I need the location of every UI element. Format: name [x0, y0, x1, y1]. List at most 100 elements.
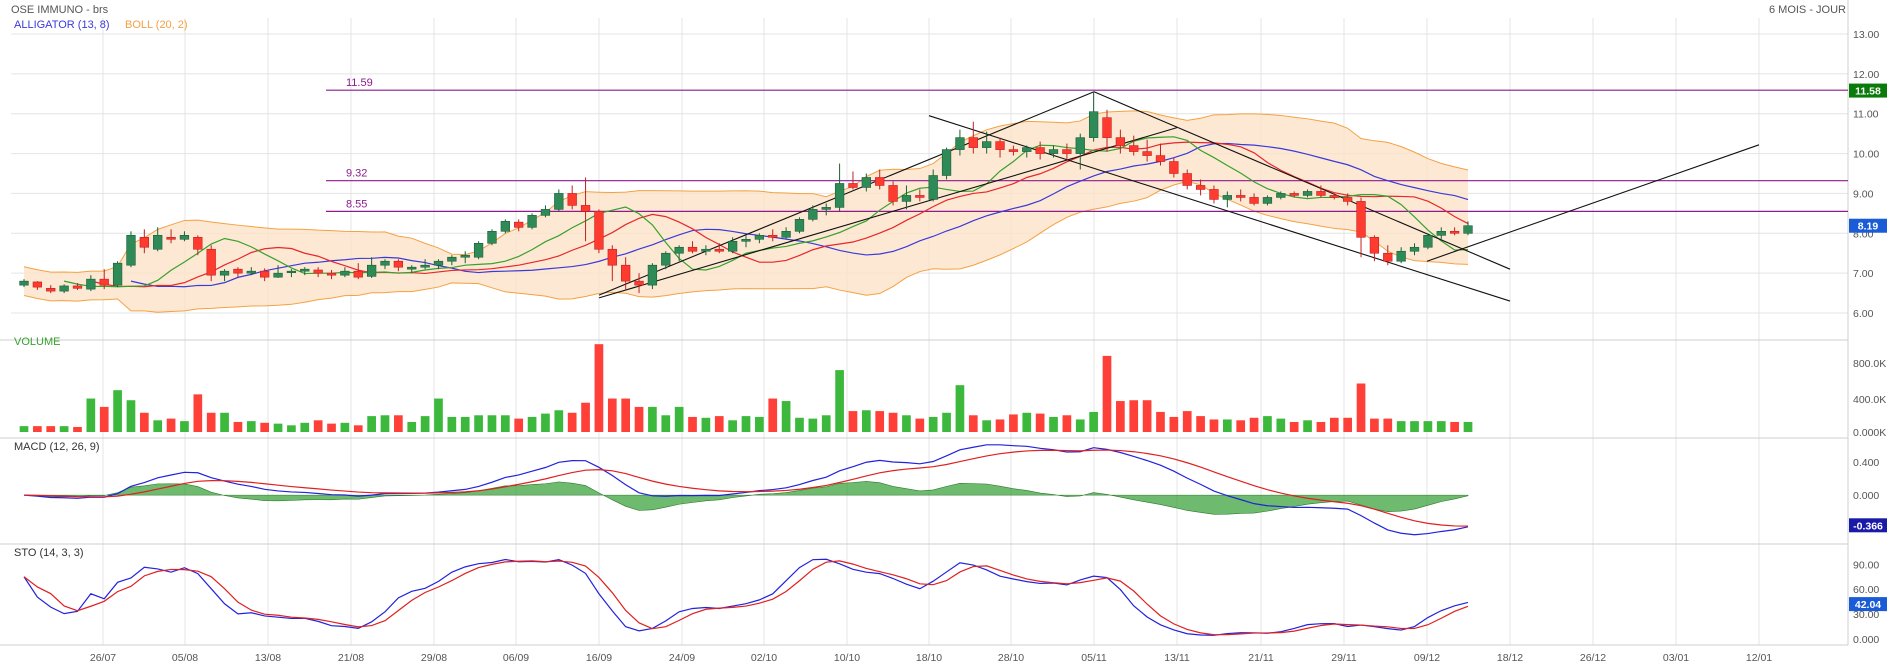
candle-body	[1155, 155, 1166, 162]
volume-bar	[73, 426, 82, 432]
volume-bar	[180, 421, 189, 432]
volume-bar	[781, 401, 791, 432]
macd-label: MACD (12, 26, 9)	[14, 441, 100, 453]
level-label: 11.59	[346, 77, 373, 89]
candle-body	[300, 268, 310, 272]
date-tick: 02/10	[751, 652, 777, 664]
candle-body	[1195, 185, 1206, 190]
candle-body	[1423, 234, 1433, 248]
volume-bar	[1343, 417, 1353, 432]
candle-body	[554, 193, 564, 210]
candle-body	[741, 238, 751, 242]
candle-body	[714, 248, 724, 252]
volume-bar	[233, 421, 243, 432]
volume-bar	[821, 415, 831, 432]
date-tick: 06/09	[503, 652, 529, 664]
volume-bar	[1169, 416, 1179, 432]
volume-bar	[1116, 401, 1125, 432]
macd-tick: 0.400	[1853, 457, 1879, 469]
candle-body	[1463, 225, 1473, 234]
price-tick: 10.00	[1853, 149, 1879, 161]
timeframe-label[interactable]: 6 MOIS - JOUR	[1769, 4, 1846, 16]
date-tick: 05/11	[1081, 652, 1107, 664]
volume-bar	[447, 416, 457, 432]
candle-body	[46, 288, 56, 292]
candle-body	[1262, 197, 1273, 204]
volume-bar	[1423, 421, 1433, 432]
candle-body	[1088, 111, 1099, 138]
volume-bar	[514, 418, 524, 432]
price-tick: 7.00	[1853, 268, 1874, 280]
volume-bar	[99, 406, 109, 432]
volume-bar	[1129, 400, 1139, 432]
candle-body	[1396, 250, 1406, 262]
candle-body	[219, 270, 230, 276]
volume-bar	[327, 423, 336, 432]
date-tick: 29/11	[1331, 652, 1357, 664]
candle-body	[687, 246, 698, 252]
candle-body	[460, 254, 470, 258]
candle-body	[1075, 137, 1085, 154]
volume-bar	[728, 420, 737, 432]
candle-body	[701, 248, 711, 252]
candle-body	[313, 269, 323, 274]
candle-body	[112, 262, 123, 286]
volume-bar	[1209, 419, 1219, 432]
candle-body	[982, 141, 992, 148]
volume-bar	[594, 344, 604, 432]
volume-bar	[567, 412, 577, 432]
candle-body	[380, 260, 390, 266]
volume-bar	[848, 411, 858, 432]
candle-body	[540, 209, 551, 216]
volume-bar	[1356, 383, 1366, 432]
candle-body	[1369, 236, 1380, 254]
candle-body	[1289, 193, 1299, 196]
volume-bar	[86, 398, 96, 432]
candle-body	[326, 272, 337, 276]
candle-body	[99, 278, 109, 286]
volume-bar	[1075, 419, 1085, 432]
macd-last-badge: -0.366	[1853, 520, 1883, 532]
volume-bar	[1249, 417, 1259, 432]
volume-bar	[1303, 420, 1312, 432]
candle-body	[433, 260, 444, 266]
boll-legend: BOLL (20, 2)	[125, 19, 188, 31]
volume-bar	[434, 398, 443, 432]
candle-body	[875, 177, 885, 186]
volume-bar	[460, 416, 470, 432]
volume-bar	[260, 422, 270, 432]
volume-bar	[1396, 421, 1406, 432]
candle-body	[179, 234, 190, 240]
price-tick: 13.00	[1853, 29, 1879, 41]
candle-body	[1129, 145, 1139, 152]
volume-bar	[768, 398, 778, 432]
candle-body	[968, 137, 978, 148]
candle-body	[1249, 197, 1259, 204]
last-price-badge: 8.19	[1858, 221, 1879, 233]
sto-tick: 0.000	[1853, 634, 1879, 646]
volume-bar	[928, 416, 938, 432]
candle-body	[1035, 147, 1045, 154]
sto-label: STO (14, 3, 3)	[14, 547, 84, 559]
alligator-legend: ALLIGATOR (13, 8)	[14, 19, 110, 31]
volume-bar	[1383, 418, 1393, 432]
volume-bar	[1236, 420, 1246, 432]
volume-bar	[688, 416, 697, 432]
candle-body	[1102, 117, 1112, 138]
chart-title: OSE IMMUNO - brs	[11, 4, 109, 16]
candle-body	[139, 236, 149, 248]
candle-body	[193, 236, 203, 250]
candle-body	[888, 185, 898, 202]
candle-body	[594, 211, 604, 250]
candle-body	[1276, 193, 1286, 198]
date-tick: 13/08	[255, 652, 281, 664]
candle-body	[86, 278, 96, 290]
sto-tick: 60.00	[1853, 584, 1879, 596]
volume-tick: 400.0K	[1853, 394, 1886, 406]
volume-bar	[273, 423, 283, 432]
volume-bar	[300, 422, 310, 432]
sto-tick: 90.00	[1853, 559, 1879, 571]
candle-body	[59, 285, 69, 292]
volume-bar	[888, 412, 898, 432]
volume-tick: 0.000K	[1853, 427, 1886, 439]
